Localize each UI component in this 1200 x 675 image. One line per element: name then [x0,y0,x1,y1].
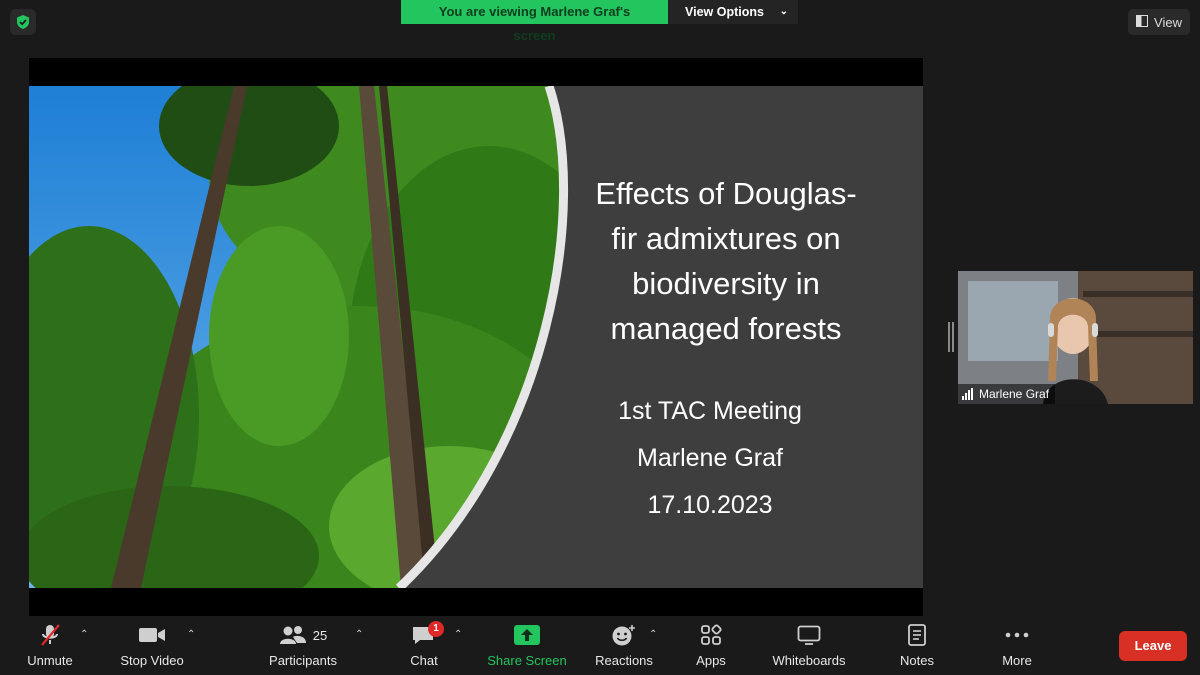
video-camera-icon [138,617,166,653]
presentation-slide: Effects of Douglas- fir admixtures on bi… [29,86,923,588]
whiteboards-button[interactable]: Whiteboards [768,617,850,675]
participants-icon-group: 25 [279,617,327,653]
chevron-down-icon: ⌄ [779,6,788,17]
chat-options-caret-icon[interactable]: ⌃ [454,629,462,640]
viewing-status-text: You are viewing Marlene Graf's screen [401,0,668,43]
security-shield-icon[interactable] [10,9,36,35]
reactions-label: Reactions [595,653,653,668]
screen-share-banner: You are viewing Marlene Graf's screen Vi… [401,0,798,43]
share-screen-label: Share Screen [487,653,567,668]
more-button[interactable]: More [998,617,1036,675]
reactions-button[interactable]: Reactions [594,617,654,675]
meeting-toolbar: Unmute ⌃ Stop Video ⌃ 25 Participants ⌃ [0,617,1200,675]
microphone-muted-icon [39,617,61,653]
unmute-button[interactable]: Unmute [26,617,74,675]
panel-resize-handle[interactable] [948,322,954,352]
participant-name-tag: Marlene Graf [958,384,1056,404]
audio-options-caret-icon[interactable]: ⌃ [80,629,88,640]
stop-video-label: Stop Video [120,653,184,668]
more-dots-icon [1005,617,1029,653]
apps-button[interactable]: Apps [694,617,728,675]
share-screen-button[interactable]: Share Screen [487,617,567,675]
leave-button[interactable]: Leave [1119,631,1187,661]
chat-bubble-icon: 1 [411,617,444,653]
view-button[interactable]: View [1128,9,1190,35]
slide-presenter-name: Marlene Graf [637,444,783,472]
chat-button[interactable]: 1 Chat [407,617,444,675]
apps-grid-icon [700,617,722,653]
slide-title: Effects of Douglas- fir admixtures on bi… [569,171,883,351]
notes-button[interactable]: Notes [896,617,938,675]
notes-icon [907,617,927,653]
participants-button[interactable]: 25 Participants [267,617,339,675]
reactions-smiley-icon [611,617,637,653]
slide-title-line: fir admixtures on [611,221,841,256]
signal-strength-icon [962,388,973,400]
video-options-caret-icon[interactable]: ⌃ [187,629,195,640]
slide-meeting-name: 1st TAC Meeting [618,397,802,425]
participant-name: Marlene Graf [979,387,1050,401]
view-options-label: View Options [685,5,764,19]
whiteboard-icon [797,617,821,653]
participants-icon [279,626,306,644]
participants-options-caret-icon[interactable]: ⌃ [355,629,363,640]
slide-title-line: Effects of Douglas- [595,176,857,211]
shared-screen: Effects of Douglas- fir admixtures on bi… [29,58,923,616]
slide-title-line: managed forests [610,311,842,346]
slide-title-line: biodiversity in [632,266,820,301]
unmute-label: Unmute [27,653,73,668]
participant-video-tile[interactable]: Marlene Graf [958,271,1193,404]
layout-view-icon [1136,14,1149,30]
slide-date: 17.10.2023 [647,491,773,519]
more-label: More [1002,653,1032,668]
view-button-label: View [1154,14,1182,30]
share-screen-icon [514,617,540,653]
whiteboards-label: Whiteboards [772,653,846,668]
stop-video-button[interactable]: Stop Video [118,617,186,675]
apps-label: Apps [696,653,726,668]
participants-count: 25 [312,627,328,643]
notes-label: Notes [900,653,934,668]
participants-label: Participants [269,653,337,668]
view-options-button[interactable]: View Options ⌄ [668,0,798,24]
reactions-options-caret-icon[interactable]: ⌃ [649,629,657,640]
chat-unread-badge: 1 [428,621,444,637]
chat-label: Chat [410,653,438,668]
